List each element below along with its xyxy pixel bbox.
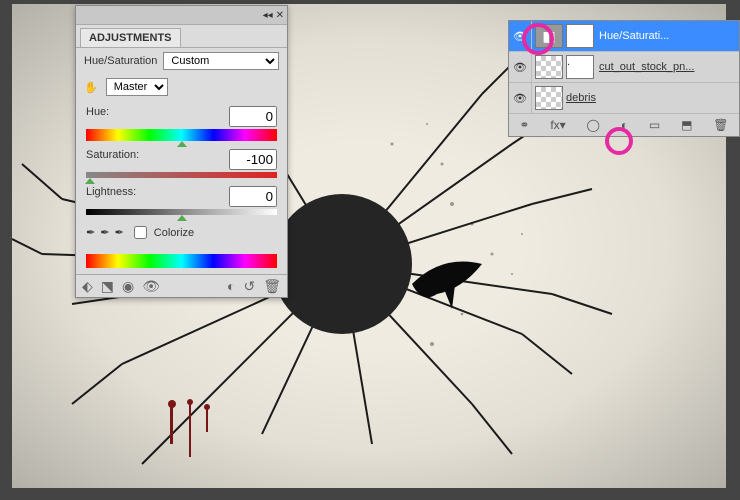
visibility-toggle[interactable]: 👁 — [509, 83, 532, 113]
layer-name[interactable]: cut_out_stock_pn... — [599, 61, 694, 73]
tab-strip: ADJUSTMENTS — [76, 25, 287, 48]
colorize-row: ✒ ✒ ✒ Colorize — [76, 217, 287, 248]
link-icon[interactable]: ⚭ — [519, 118, 529, 132]
layer-mask[interactable]: . — [566, 55, 594, 79]
folder-icon[interactable]: ▭ — [649, 118, 660, 132]
eyedropper-add-icon[interactable]: ✒ — [100, 227, 109, 239]
eyedropper-subtract-icon[interactable]: ✒ — [115, 227, 124, 239]
return-icon[interactable]: ⬖ — [82, 278, 93, 295]
spectrum-strip — [86, 254, 277, 268]
layer-name[interactable]: Hue/Saturati... — [599, 30, 669, 42]
close-icon[interactable]: ✕ — [276, 10, 284, 21]
fx-icon[interactable]: fx▾ — [550, 118, 565, 132]
hue-label: Hue: — [86, 106, 109, 127]
adjustment-name-row: Hue/Saturation Custom — [76, 48, 287, 74]
lightness-slider[interactable] — [86, 209, 277, 215]
slider-handle[interactable] — [177, 141, 187, 147]
mask-icon[interactable]: ◯ — [587, 118, 600, 132]
range-select[interactable]: Master — [106, 78, 168, 96]
preset-select[interactable]: Custom — [163, 52, 279, 70]
reset-icon[interactable]: ↺ — [243, 278, 255, 295]
adjustments-panel[interactable]: ◂◂ ✕ ADJUSTMENTS Hue/Saturation Custom ✋… — [75, 5, 288, 298]
visibility-toggle[interactable]: 👁 — [509, 52, 532, 82]
new-layer-icon[interactable]: ⬒ — [681, 118, 692, 132]
saturation-label: Saturation: — [86, 149, 139, 170]
expand-icon[interactable]: ⬔ — [101, 278, 114, 295]
colorize-label: Colorize — [154, 227, 194, 239]
range-row: ✋ Master — [76, 74, 287, 100]
trash-icon[interactable]: 🗑 — [713, 118, 728, 132]
lightness-label: Lightness: — [86, 186, 136, 207]
panel-titlebar[interactable]: ◂◂ ✕ — [76, 6, 287, 25]
layer-row[interactable]: 👁 debris — [509, 83, 739, 114]
layer-thumbnail[interactable] — [535, 55, 563, 79]
prev-icon[interactable]: ◐ — [227, 278, 235, 294]
panel-footer: ⬖ ⬔ ◉ 👁 ◐ ↺ 🗑 — [76, 274, 287, 297]
colorize-checkbox[interactable] — [134, 226, 147, 239]
hue-value[interactable] — [229, 106, 277, 127]
blood-drips — [162, 399, 252, 479]
layer-thumbnail[interactable] — [535, 86, 563, 110]
layer-mask[interactable] — [566, 24, 594, 48]
saturation-slider[interactable] — [86, 172, 277, 178]
tab-adjustments[interactable]: ADJUSTMENTS — [80, 28, 181, 47]
targeted-tool-icon[interactable]: ✋ — [84, 81, 98, 94]
layer-row[interactable]: 👁 . cut_out_stock_pn... — [509, 52, 739, 83]
saturation-value[interactable] — [229, 149, 277, 170]
eyedropper-icon[interactable]: ✒ — [86, 227, 95, 239]
trash-icon[interactable]: 🗑 — [263, 278, 281, 295]
collapse-icon[interactable]: ◂◂ — [263, 10, 273, 21]
visibility-icon[interactable]: 👁 — [142, 278, 160, 295]
slider-handle[interactable] — [177, 215, 187, 221]
annotation-circle — [522, 23, 554, 55]
clip-icon[interactable]: ◉ — [122, 278, 134, 295]
slider-handle[interactable] — [85, 178, 95, 184]
annotation-circle — [605, 127, 633, 155]
layer-name[interactable]: debris — [566, 92, 596, 104]
adjustment-type: Hue/Saturation — [84, 55, 157, 67]
lightness-value[interactable] — [229, 186, 277, 207]
hue-slider[interactable] — [86, 129, 277, 141]
